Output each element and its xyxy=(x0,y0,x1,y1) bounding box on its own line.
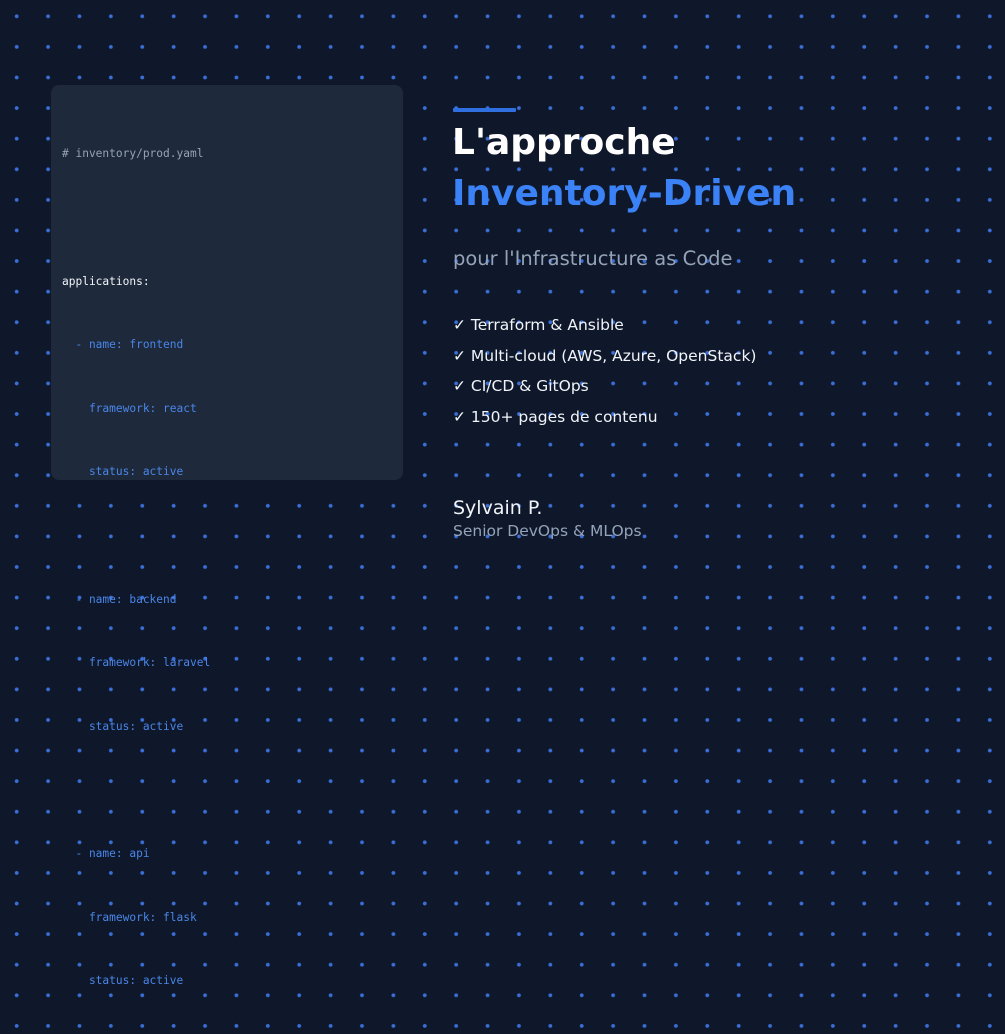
code-line: - name: frontend xyxy=(62,338,184,352)
code-line: framework: laravel xyxy=(62,656,211,670)
code-line: framework: react xyxy=(62,401,197,415)
yaml-code-block: # inventory/prod.yaml applications: - na… xyxy=(62,101,210,1034)
code-line: status: active xyxy=(62,465,184,479)
author-name: Sylvain P. xyxy=(453,497,543,519)
feature-list: ✓ Terraform & Ansible ✓ Multi-cloud (AWS… xyxy=(453,313,756,435)
feature-item: ✓ CI/CD & GitOps xyxy=(453,377,589,396)
feature-item: ✓ Multi-cloud (AWS, Azure, OpenStack) xyxy=(453,346,757,365)
code-line: - name: api xyxy=(62,846,150,860)
title-accent-bar xyxy=(453,108,516,112)
subtitle: pour l'Infrastructure as Code xyxy=(453,247,733,270)
code-line: applications: xyxy=(62,274,150,288)
code-line: status: active xyxy=(62,719,184,733)
code-line: status: active xyxy=(62,974,184,988)
code-line: framework: flask xyxy=(62,910,197,924)
code-line: # inventory/prod.yaml xyxy=(62,147,204,161)
code-panel: # inventory/prod.yaml applications: - na… xyxy=(51,85,403,987)
title-line-2: Inventory-Driven xyxy=(452,173,797,214)
author-role: Senior DevOps & MLOps xyxy=(453,522,642,540)
feature-item: ✓ Terraform & Ansible xyxy=(453,316,624,334)
feature-item: ✓ 150+ pages de contenu xyxy=(453,407,658,426)
title-line-1: L'approche xyxy=(452,122,676,163)
code-line: - name: backend xyxy=(62,592,177,606)
